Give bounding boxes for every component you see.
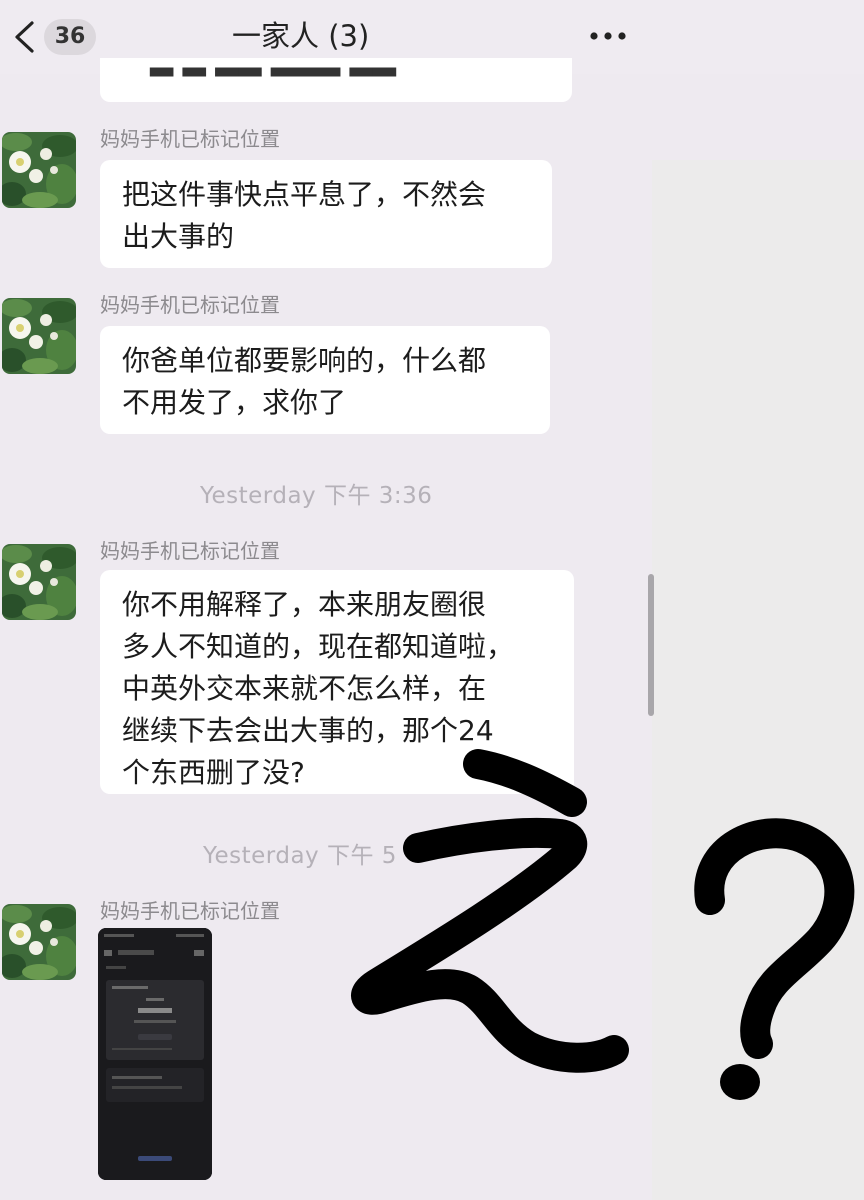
partial-message-bubble: ▂ ▂ ▂▂ ▂▂▂ ▂▂ <box>100 58 572 102</box>
avatar[interactable] <box>2 132 76 208</box>
message-bubble[interactable]: 你爸单位都要影响的，什么都 不用发了，求你了 <box>100 326 550 434</box>
image-message[interactable] <box>98 928 212 1180</box>
message-bubble[interactable]: 把这件事快点平息了，不然会 出大事的 <box>100 160 552 268</box>
scrollbar[interactable] <box>648 574 654 716</box>
background-panel <box>652 160 864 1200</box>
back-chevron-icon[interactable] <box>12 20 36 54</box>
avatar[interactable] <box>2 544 76 620</box>
sender-name: 妈妈手机已标记位置 <box>100 293 280 317</box>
timestamp: Yesterday 下午 3:36 <box>200 483 433 509</box>
sender-name: 妈妈手机已标记位置 <box>100 539 280 563</box>
message-bubble[interactable]: 你不用解释了，本来朋友圈很 多人不知道的，现在都知道啦， 中英外交本来就不怎么样… <box>100 570 574 794</box>
timestamp: Yesterday 下午 5 <box>203 843 397 869</box>
more-options-icon[interactable] <box>586 24 630 48</box>
unread-count-badge[interactable]: 36 <box>44 19 96 55</box>
chat-title: 一家人 (3) <box>232 19 370 53</box>
sender-name: 妈妈手机已标记位置 <box>100 899 280 923</box>
sender-name: 妈妈手机已标记位置 <box>100 127 280 151</box>
avatar[interactable] <box>2 298 76 374</box>
avatar[interactable] <box>2 904 76 980</box>
